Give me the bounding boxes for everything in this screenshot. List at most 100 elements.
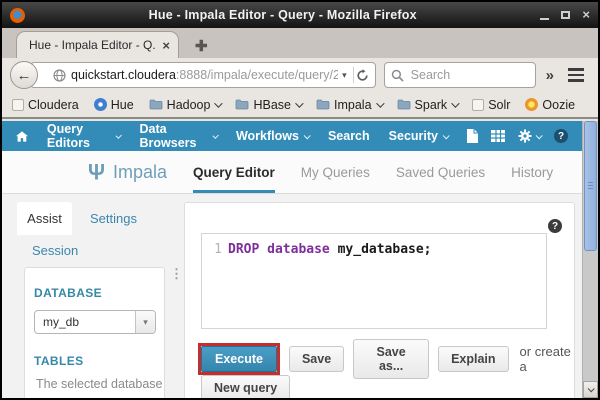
chevron-down-icon xyxy=(215,99,223,107)
line-number: 1 xyxy=(202,242,228,328)
table-icon[interactable] xyxy=(491,130,505,142)
folder-icon xyxy=(149,99,163,110)
url-text[interactable]: quickstart.cloudera:8888/impala/execute/… xyxy=(71,68,338,82)
navigation-toolbar: ← quickstart.cloudera:8888/impala/execut… xyxy=(2,58,598,92)
tables-heading: TABLES xyxy=(34,354,164,368)
favicon-placeholder-icon xyxy=(12,99,24,111)
url-host: quickstart.cloudera xyxy=(71,68,176,82)
back-button[interactable]: ← xyxy=(10,61,38,89)
url-dropdown-icon[interactable]: ▾ xyxy=(342,70,347,81)
tab-history[interactable]: History xyxy=(511,151,553,193)
tab-query-editor[interactable]: Query Editor xyxy=(193,151,275,193)
session-link[interactable]: Session xyxy=(32,243,78,258)
url-path: :8888/impala/execute/query/29 xyxy=(176,68,338,82)
home-icon[interactable] xyxy=(16,130,28,143)
hue-logo-icon xyxy=(94,98,107,111)
bookmark-oozie[interactable]: Oozie xyxy=(525,98,575,112)
gear-icon xyxy=(518,129,532,143)
maximize-icon[interactable] xyxy=(561,11,570,19)
panel-resize-handle[interactable]: ⋮ xyxy=(170,271,183,276)
code-line: DROP database my_database; xyxy=(228,242,432,328)
hamburger-menu-icon[interactable] xyxy=(564,68,588,82)
settings-gear-menu[interactable] xyxy=(518,129,541,143)
database-heading: DATABASE xyxy=(34,286,164,300)
save-button[interactable]: Save xyxy=(289,346,344,372)
execute-button[interactable]: Execute xyxy=(201,346,277,372)
tab-close-icon[interactable]: × xyxy=(162,38,170,53)
or-create-a-text: or create a xyxy=(520,344,574,374)
search-icon xyxy=(391,69,404,82)
sql-keyword: database xyxy=(267,242,337,257)
chevron-down-icon xyxy=(443,132,450,139)
url-bar[interactable]: quickstart.cloudera:8888/impala/execute/… xyxy=(30,62,376,88)
hue-navbar: Query Editors Data Browsers Workflows Se… xyxy=(2,121,598,151)
execute-highlight-box: Execute xyxy=(198,343,280,375)
nav-item-query-editors[interactable]: Query Editors xyxy=(47,122,121,150)
sql-identifier: my_database; xyxy=(338,242,432,257)
nav-item-security[interactable]: Security xyxy=(389,129,448,143)
chevron-down-icon xyxy=(536,132,543,139)
minimize-icon[interactable] xyxy=(540,18,549,20)
title-bar: Hue - Impala Editor - Query - Mozilla Fi… xyxy=(2,2,598,28)
close-icon[interactable]: × xyxy=(582,10,590,20)
folder-icon xyxy=(397,99,411,110)
bookmark-hue[interactable]: Hue xyxy=(94,98,134,112)
scrollbar-grip xyxy=(588,182,593,190)
tab-saved-queries[interactable]: Saved Queries xyxy=(396,151,485,193)
window-controls: × xyxy=(540,10,590,20)
firefox-icon xyxy=(10,8,25,23)
navbar-right-icons: ? xyxy=(467,129,584,143)
chevron-down-icon xyxy=(295,99,303,107)
bookmark-cloudera[interactable]: Cloudera xyxy=(12,98,79,112)
scrollbar-thumb[interactable] xyxy=(584,121,597,251)
document-icon[interactable] xyxy=(467,129,478,143)
bookmark-folder-hadoop[interactable]: Hadoop xyxy=(149,98,221,112)
chevron-down-icon xyxy=(451,99,459,107)
nav-item-search[interactable]: Search xyxy=(328,129,370,143)
tab-title: Hue - Impala Editor - Q... xyxy=(29,38,156,52)
help-icon[interactable]: ? xyxy=(554,129,568,143)
code-editor[interactable]: 1 DROP database my_database; xyxy=(201,233,547,329)
sidebar-tab-assist[interactable]: Assist xyxy=(17,202,72,235)
reload-icon[interactable] xyxy=(356,69,369,82)
tab-strip: Hue - Impala Editor - Q... × ✚ xyxy=(2,28,598,58)
editor-help-icon[interactable]: ? xyxy=(548,219,562,233)
impala-antler-icon: Ψ xyxy=(88,161,105,183)
nav-item-data-browsers[interactable]: Data Browsers xyxy=(140,122,217,150)
sidebar-tab-settings[interactable]: Settings xyxy=(90,211,137,226)
database-select-value: my_db xyxy=(35,315,135,329)
query-editor-panel: ? 1 DROP database my_database; Execute S… xyxy=(184,202,575,398)
window-title: Hue - Impala Editor - Query - Mozilla Fi… xyxy=(25,8,540,22)
back-arrow-icon: ← xyxy=(17,68,32,83)
folder-icon xyxy=(235,99,249,110)
page-scrollbar[interactable] xyxy=(582,121,598,398)
scrollbar-down-button[interactable] xyxy=(583,381,598,398)
tables-hint-text: The selected database xyxy=(36,377,164,391)
browser-tab[interactable]: Hue - Impala Editor - Q... × xyxy=(16,31,179,58)
hue-page: Query Editors Data Browsers Workflows Se… xyxy=(2,121,598,398)
new-query-button[interactable]: New query xyxy=(201,375,290,398)
search-input[interactable] xyxy=(409,67,529,83)
impala-logo-text: Impala xyxy=(113,162,167,183)
tab-my-queries[interactable]: My Queries xyxy=(301,151,370,193)
toolbar-overflow-icon[interactable]: » xyxy=(544,67,556,84)
favicon-placeholder-icon xyxy=(472,99,484,111)
bookmark-folder-impala[interactable]: Impala xyxy=(316,98,382,112)
database-select[interactable]: my_db ▾ xyxy=(34,310,156,334)
bookmark-folder-spark[interactable]: Spark xyxy=(397,98,458,112)
bookmark-solr[interactable]: Solr xyxy=(472,98,510,112)
chevron-down-icon xyxy=(588,385,595,392)
app-tabs: Query Editor My Queries Saved Queries Hi… xyxy=(193,151,553,193)
chevron-down-icon xyxy=(212,132,218,138)
search-bar[interactable] xyxy=(384,62,536,88)
new-tab-icon[interactable]: ✚ xyxy=(189,37,214,55)
nav-item-workflows[interactable]: Workflows xyxy=(236,129,309,143)
save-as-button[interactable]: Save as... xyxy=(353,339,429,379)
folder-icon xyxy=(316,99,330,110)
impala-header: Ψ Impala Query Editor My Queries Saved Q… xyxy=(2,151,598,194)
sql-keyword: DROP xyxy=(228,242,267,257)
explain-button[interactable]: Explain xyxy=(438,346,508,372)
oozie-logo-icon xyxy=(525,98,538,111)
assist-panel: DATABASE my_db ▾ TABLES The selected dat… xyxy=(24,267,165,398)
bookmark-folder-hbase[interactable]: HBase xyxy=(235,98,301,112)
